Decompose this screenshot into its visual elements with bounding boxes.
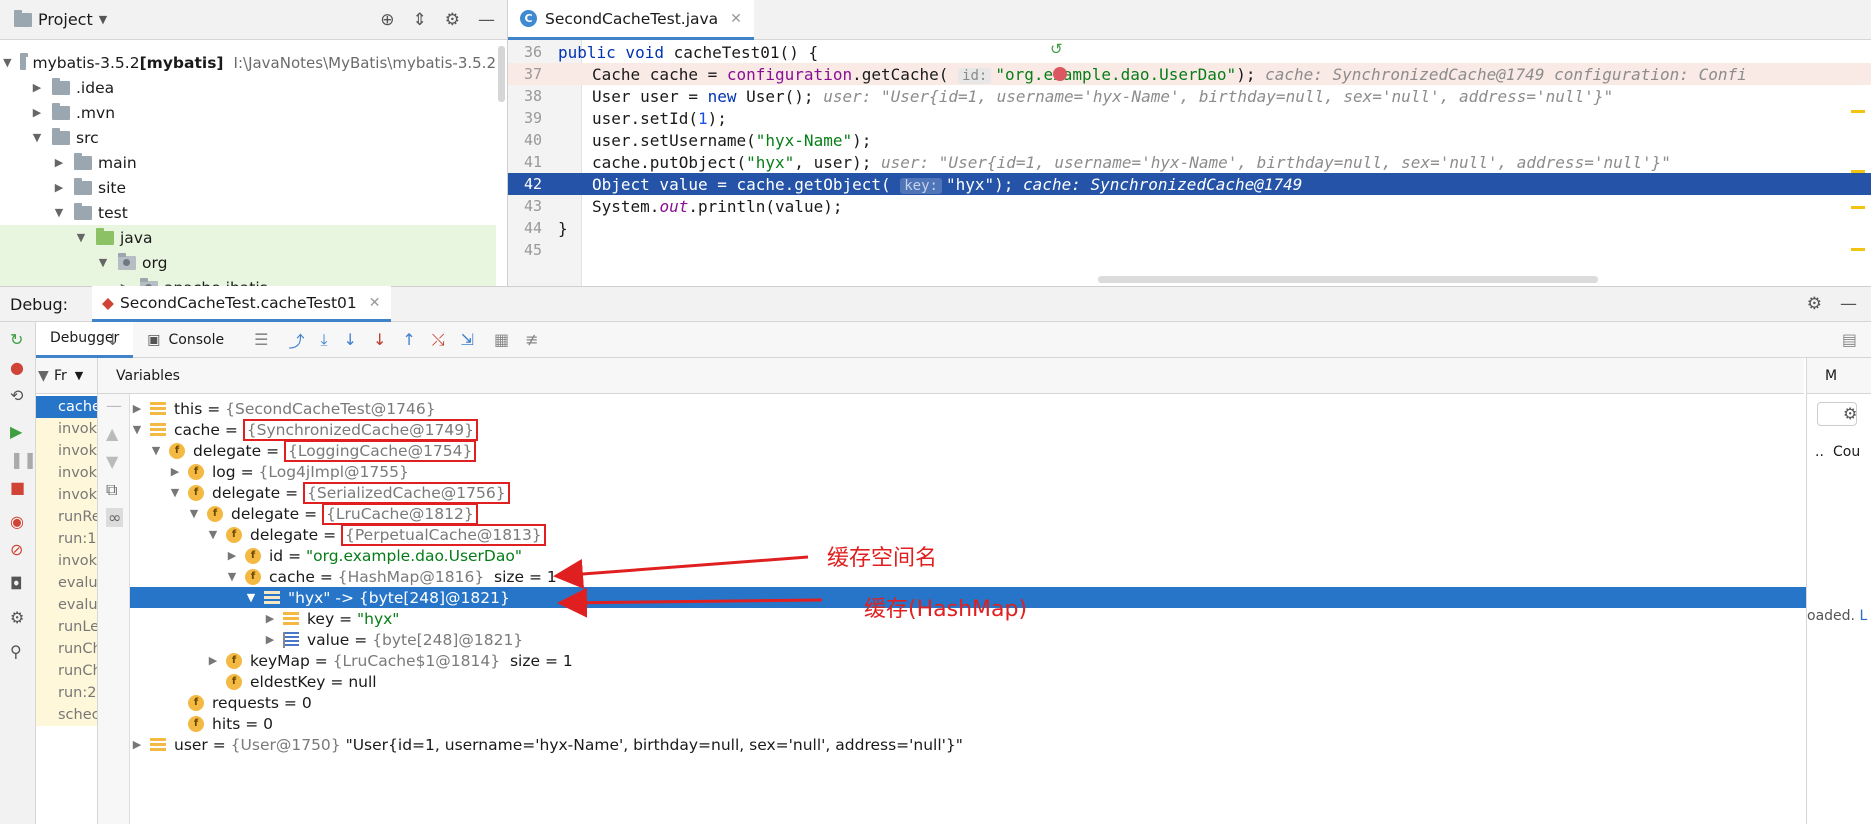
annotation-arrows — [553, 555, 823, 618]
arrow-to-cache — [557, 587, 823, 618]
annotation-cache-hashmap: 缓存(HashMap) — [864, 597, 1028, 622]
annotation-cache-namespace: 缓存空间名 — [827, 546, 938, 571]
arrow-to-id — [553, 555, 809, 589]
